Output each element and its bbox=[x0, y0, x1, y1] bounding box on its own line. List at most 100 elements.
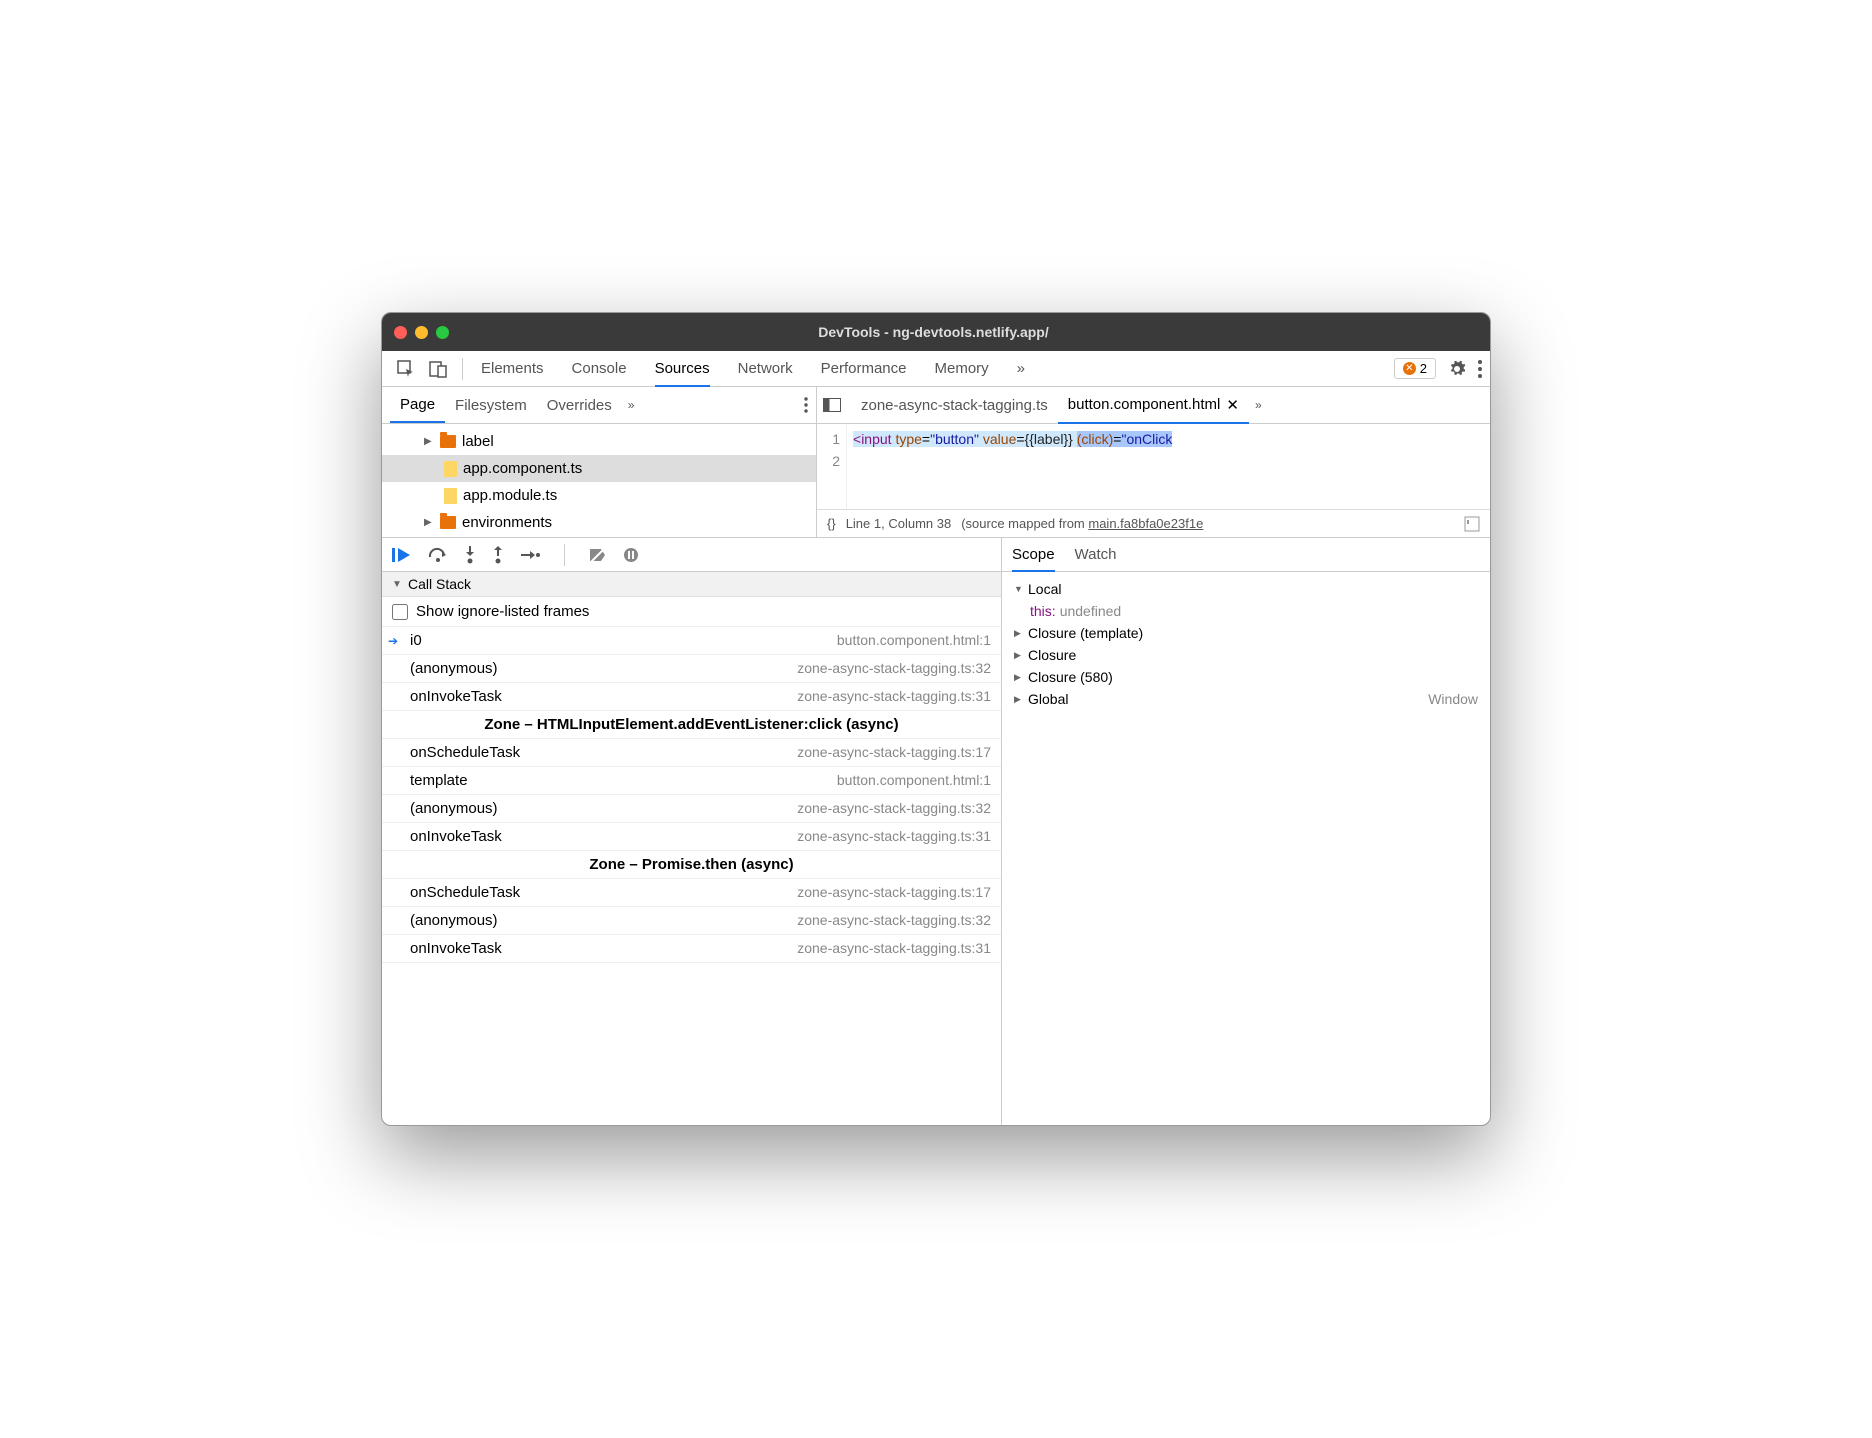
frame-name: Zone – Promise.then (async) bbox=[589, 856, 793, 873]
tab-console[interactable]: Console bbox=[572, 352, 627, 386]
pretty-print-icon[interactable]: {} bbox=[827, 516, 836, 531]
error-badge[interactable]: ✕2 bbox=[1394, 358, 1436, 379]
stack-frame[interactable]: template button.component.html:1 bbox=[382, 767, 1001, 795]
code-content: <input type="button" value={{label}} (cl… bbox=[847, 424, 1178, 509]
scope-list: ▼Local this: undefined ▶Closure (templat… bbox=[1002, 572, 1490, 1125]
editor-statusbar: {} Line 1, Column 38 (source mapped from… bbox=[817, 509, 1490, 537]
titlebar: DevTools - ng-devtools.netlify.app/ bbox=[382, 313, 1490, 351]
pause-exceptions-icon[interactable] bbox=[623, 547, 639, 563]
file-icon bbox=[444, 488, 457, 504]
tab-sources[interactable]: Sources bbox=[655, 352, 710, 387]
source-map-link[interactable]: main.fa8bfa0e23f1e bbox=[1088, 516, 1203, 531]
scope-this[interactable]: this: undefined bbox=[1002, 600, 1490, 622]
frame-name: onScheduleTask bbox=[410, 884, 520, 901]
debugger-toolbar bbox=[382, 538, 1001, 572]
file-tab-button[interactable]: button.component.html ✕ bbox=[1058, 388, 1249, 424]
nav-page[interactable]: Page bbox=[390, 388, 445, 423]
close-tab-icon[interactable]: ✕ bbox=[1226, 396, 1239, 414]
panel-tabs: Elements Console Sources Network Perform… bbox=[481, 352, 1394, 386]
frame-location: zone-async-stack-tagging.ts:31 bbox=[797, 688, 991, 705]
stack-frame[interactable]: onScheduleTask zone-async-stack-tagging.t… bbox=[382, 879, 1001, 907]
tab-watch[interactable]: Watch bbox=[1075, 539, 1117, 570]
expand-icon: ▶ bbox=[424, 436, 434, 447]
inspect-icon[interactable] bbox=[396, 359, 416, 379]
frame-name: Zone – HTMLInputElement.addEventListener… bbox=[484, 716, 898, 733]
source-map-info: (source mapped from main.fa8bfa0e23f1e bbox=[961, 516, 1203, 531]
frame-location: zone-async-stack-tagging.ts:31 bbox=[797, 940, 991, 957]
navigator-tabs: Page Filesystem Overrides » bbox=[382, 387, 817, 423]
device-toggle-icon[interactable] bbox=[428, 359, 448, 379]
tab-performance[interactable]: Performance bbox=[821, 352, 907, 386]
callstack-list: i0button.component.html:1 (anonymous) zone… bbox=[382, 627, 1001, 1125]
frame-name: onInvokeTask bbox=[410, 688, 502, 705]
scope-closure-template[interactable]: ▶Closure (template) bbox=[1002, 622, 1490, 644]
tab-network[interactable]: Network bbox=[738, 352, 793, 386]
expand-icon: ▶ bbox=[1014, 694, 1024, 705]
tab-scope[interactable]: Scope bbox=[1012, 539, 1055, 572]
tree-folder-environments[interactable]: ▶environments bbox=[382, 509, 816, 536]
nav-filesystem[interactable]: Filesystem bbox=[445, 389, 537, 422]
tab-memory[interactable]: Memory bbox=[935, 352, 989, 386]
stack-frame[interactable]: i0button.component.html:1 bbox=[382, 627, 1001, 655]
tab-elements[interactable]: Elements bbox=[481, 352, 544, 386]
tree-file-app-module[interactable]: app.module.ts bbox=[382, 482, 816, 509]
gutter: 12 bbox=[817, 424, 847, 509]
tree-file-app-component[interactable]: app.component.ts bbox=[382, 455, 816, 482]
step-icon[interactable] bbox=[520, 548, 540, 562]
stack-frame[interactable]: (anonymous) zone-async-stack-tagging.ts:3… bbox=[382, 655, 1001, 683]
stack-frame[interactable]: Zone – Promise.then (async) bbox=[382, 851, 1001, 879]
settings-icon[interactable] bbox=[1448, 360, 1466, 378]
scope-tabs: Scope Watch bbox=[1002, 538, 1490, 572]
deactivate-breakpoints-icon[interactable] bbox=[589, 547, 607, 563]
stack-frame[interactable]: onInvokeTask zone-async-stack-tagging.ts:… bbox=[382, 683, 1001, 711]
tree-folder-label[interactable]: ▶ label bbox=[382, 428, 816, 455]
stack-frame[interactable]: onScheduleTaskzone-async-stack-tagging.t… bbox=[382, 739, 1001, 767]
step-over-icon[interactable] bbox=[428, 547, 448, 563]
frame-name: template bbox=[410, 772, 468, 789]
step-into-icon[interactable] bbox=[464, 546, 476, 564]
toggle-navigator-icon[interactable] bbox=[823, 398, 843, 412]
expand-icon: ▶ bbox=[424, 517, 434, 528]
frame-location: zone-async-stack-tagging.ts:32 bbox=[797, 660, 991, 677]
frame-location: button.component.html:1 bbox=[837, 632, 991, 649]
scope-closure-580[interactable]: ▶Closure (580) bbox=[1002, 666, 1490, 688]
file-tab-zone[interactable]: zone-async-stack-tagging.ts bbox=[851, 389, 1058, 422]
resume-icon[interactable] bbox=[392, 547, 412, 563]
frame-name: (anonymous) bbox=[410, 660, 498, 677]
coverage-icon[interactable] bbox=[1464, 516, 1480, 532]
stack-frame[interactable]: (anonymous)zone-async-stack-tagging.ts:3… bbox=[382, 795, 1001, 823]
stack-frame[interactable]: onInvokeTaskzone-async-stack-tagging.ts:… bbox=[382, 935, 1001, 963]
tab-more[interactable]: » bbox=[1017, 352, 1025, 386]
frame-location: zone-async-stack-tagging.ts:17 bbox=[797, 884, 991, 901]
callstack-header[interactable]: ▼Call Stack bbox=[382, 572, 1001, 597]
secondary-bar: Page Filesystem Overrides » zone-async-s… bbox=[382, 387, 1490, 424]
stack-frame[interactable]: Zone – HTMLInputElement.addEventListener… bbox=[382, 711, 1001, 739]
kebab-menu-icon[interactable] bbox=[1478, 360, 1482, 378]
code-area[interactable]: 12 <input type="button" value={{label}} … bbox=[817, 424, 1490, 509]
show-ignored-row[interactable]: Show ignore-listed frames bbox=[382, 597, 1001, 627]
file-icon bbox=[444, 461, 457, 477]
scope-closure[interactable]: ▶Closure bbox=[1002, 644, 1490, 666]
stack-frame[interactable]: onInvokeTaskzone-async-stack-tagging.ts:… bbox=[382, 823, 1001, 851]
file-tabs-more[interactable]: » bbox=[1255, 398, 1262, 412]
expand-icon: ▶ bbox=[1014, 650, 1024, 661]
section-title: Call Stack bbox=[408, 576, 471, 592]
nav-kebab-icon[interactable] bbox=[804, 397, 808, 413]
item-label: label bbox=[462, 433, 494, 450]
scope-global[interactable]: ▶GlobalWindow bbox=[1002, 688, 1490, 710]
item-label: app.module.ts bbox=[463, 487, 557, 504]
file-tab-label: zone-async-stack-tagging.ts bbox=[861, 397, 1048, 414]
file-tab-label: button.component.html bbox=[1068, 396, 1221, 413]
stack-frame[interactable]: (anonymous)zone-async-stack-tagging.ts:3… bbox=[382, 907, 1001, 935]
step-out-icon[interactable] bbox=[492, 546, 504, 564]
nav-more[interactable]: » bbox=[628, 398, 635, 412]
frame-location: button.component.html:1 bbox=[837, 772, 991, 789]
frame-location: zone-async-stack-tagging.ts:17 bbox=[797, 744, 991, 761]
show-ignored-checkbox[interactable] bbox=[392, 604, 408, 620]
error-count: 2 bbox=[1420, 361, 1427, 376]
scope-local[interactable]: ▼Local bbox=[1002, 578, 1490, 600]
folder-icon bbox=[440, 516, 456, 529]
expand-icon: ▶ bbox=[1014, 628, 1024, 639]
nav-overrides[interactable]: Overrides bbox=[537, 389, 622, 422]
line-number: 1 bbox=[823, 428, 840, 450]
